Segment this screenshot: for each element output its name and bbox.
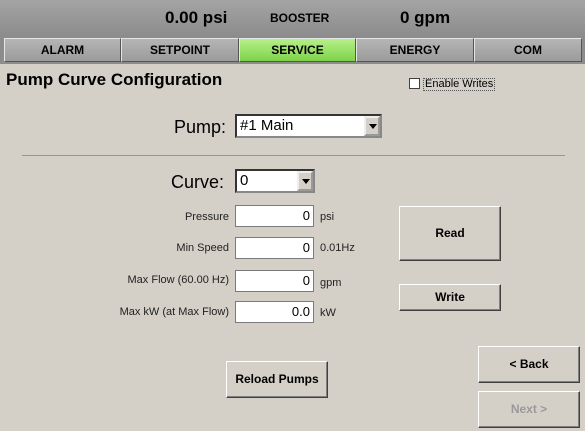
enable-writes-label[interactable]: Enable Writes: [423, 78, 496, 91]
curve-label: Curve:: [171, 172, 225, 192]
next-button[interactable]: Next >: [478, 391, 580, 428]
reload-pumps-button[interactable]: Reload Pumps: [226, 361, 328, 398]
pressure-field[interactable]: 0: [235, 205, 314, 227]
pump-select-value: #1 Main: [240, 117, 294, 134]
min-speed-field[interactable]: 0: [235, 237, 314, 259]
curve-select-value: 0: [240, 172, 249, 189]
chevron-down-icon[interactable]: [297, 171, 313, 191]
max-kw-field[interactable]: 0.0: [235, 301, 314, 323]
tab-setpoint[interactable]: SETPOINT: [121, 38, 239, 62]
flow-readout: 0 gpm: [400, 8, 451, 27]
pressure-label: Pressure: [184, 211, 229, 223]
pump-select[interactable]: #1 Main: [235, 114, 382, 138]
max-flow-field[interactable]: 0: [235, 270, 314, 292]
min-speed-label: Min Speed: [176, 242, 229, 254]
enable-writes-checkbox[interactable]: [409, 78, 420, 89]
max-flow-unit: gpm: [320, 277, 342, 289]
chevron-down-icon[interactable]: [364, 116, 380, 136]
mode-label: BOOSTER: [270, 11, 330, 25]
tab-service[interactable]: SERVICE: [239, 38, 356, 62]
tab-energy[interactable]: ENERGY: [356, 38, 474, 62]
status-bar: 0.00 psi BOOSTER 0 gpm: [0, 0, 585, 37]
min-speed-unit: 0.01Hz: [320, 242, 355, 254]
max-flow-label: Max Flow (60.00 Hz): [127, 274, 229, 286]
pressure-readout: 0.00 psi: [165, 8, 228, 27]
page-title: Pump Curve Configuration: [6, 70, 223, 89]
divider: [22, 155, 565, 156]
write-button[interactable]: Write: [399, 284, 501, 311]
read-button[interactable]: Read: [399, 206, 501, 261]
max-kw-unit: kW: [320, 307, 336, 319]
curve-select[interactable]: 0: [235, 169, 315, 193]
max-kw-label: Max kW (at Max Flow): [119, 306, 229, 318]
back-button[interactable]: < Back: [478, 346, 580, 383]
tab-bar: ALARM SETPOINT SERVICE ENERGY COM: [0, 36, 585, 64]
tab-com[interactable]: COM: [474, 38, 582, 62]
pressure-unit: psi: [320, 211, 335, 223]
pump-label: Pump:: [174, 117, 227, 137]
tab-alarm[interactable]: ALARM: [4, 38, 121, 62]
